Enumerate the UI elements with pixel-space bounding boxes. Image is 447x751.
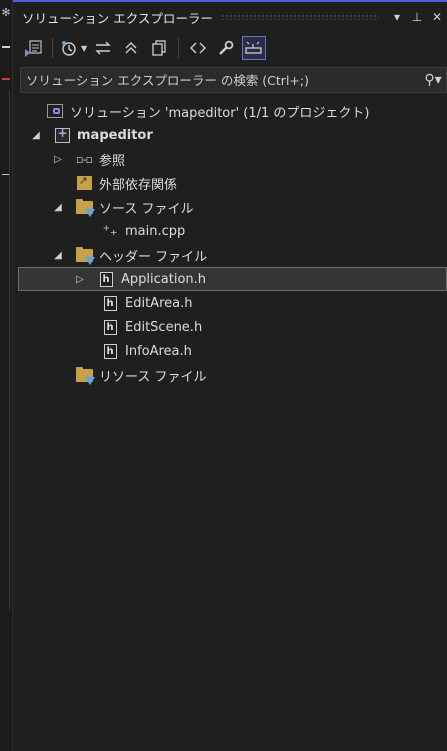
expander-collapsed-icon[interactable]: ▷	[73, 274, 87, 285]
tree-item-editscene-h[interactable]: h EditScene.h	[13, 315, 447, 339]
header-file-icon: h	[97, 271, 115, 287]
tree-item-resource-files[interactable]: リソース ファイル	[13, 363, 447, 387]
chevron-down-icon[interactable]: ▼	[81, 44, 87, 53]
header-file-icon: h	[101, 295, 119, 311]
tree-item-label: main.cpp	[125, 223, 186, 239]
expander-expanded-icon[interactable]: ◢	[29, 130, 43, 141]
tree-item-label: 参照	[99, 153, 126, 169]
edge-divider	[9, 90, 10, 610]
expander-expanded-icon[interactable]: ◢	[51, 202, 65, 213]
external-deps-icon	[75, 174, 93, 191]
filter-folder-icon	[75, 198, 95, 217]
solution-icon	[46, 103, 64, 119]
tree-item-external-deps[interactable]: 外部依存関係	[13, 171, 447, 195]
drag-grip[interactable]	[220, 14, 379, 20]
pin-icon[interactable]: ⊥	[407, 10, 427, 24]
tree-item-label: ヘッダー ファイル	[99, 249, 208, 265]
solution-sync-icon[interactable]	[21, 36, 45, 60]
project-icon	[53, 126, 71, 143]
left-edge-strip: ✻	[0, 0, 13, 751]
preview-icon[interactable]	[242, 36, 267, 60]
tree-item-label: リソース ファイル	[99, 369, 207, 385]
tree-item-project[interactable]: ◢ mapeditor	[13, 123, 447, 147]
tree-item-label: InfoArea.h	[125, 343, 192, 359]
header-file-icon: h	[101, 319, 119, 335]
close-icon[interactable]: ✕	[427, 10, 447, 24]
toolbar-separator	[52, 38, 53, 58]
expander-collapsed-icon[interactable]: ▷	[51, 154, 65, 165]
tree-item-label: mapeditor	[77, 127, 153, 143]
gear-icon[interactable]: ✻	[0, 6, 12, 19]
tree-item-label: ソリューション 'mapeditor' (1/1 のプロジェクト)	[70, 105, 370, 121]
search-icon[interactable]: ⚲▾	[420, 72, 446, 88]
solution-tree: ソリューション 'mapeditor' (1/1 のプロジェクト) ◢ mape…	[13, 99, 447, 387]
edge-marker	[2, 46, 10, 48]
tree-item-label: EditScene.h	[125, 319, 203, 335]
references-icon: ▫-▫	[76, 152, 93, 166]
dropdown-icon[interactable]: ▾	[387, 10, 407, 24]
expander-expanded-icon[interactable]: ◢	[51, 250, 65, 261]
tree-item-label: 外部依存関係	[99, 177, 178, 193]
tree-item-source-files[interactable]: ◢ ソース ファイル	[13, 195, 447, 219]
collapse-all-icon[interactable]	[119, 36, 143, 60]
panel-toolbar: ▼	[13, 32, 447, 64]
header-file-icon: h	[101, 343, 119, 359]
tree-item-editarea-h[interactable]: h EditArea.h	[13, 291, 447, 315]
filter-folder-icon	[75, 366, 95, 385]
tree-item-infoarea-h[interactable]: h InfoArea.h	[13, 339, 447, 363]
edge-marker-red	[2, 78, 10, 80]
panel-title: ソリューション エクスプローラー	[22, 10, 213, 26]
history-icon[interactable]: ▼	[60, 36, 87, 60]
tree-item-solution[interactable]: ソリューション 'mapeditor' (1/1 のプロジェクト)	[13, 99, 447, 123]
panel-titlebar: ソリューション エクスプローラー ▾ ⊥ ✕	[13, 0, 447, 32]
tree-item-references[interactable]: ▷ ▫-▫ 参照	[13, 147, 447, 171]
tree-item-label: ソース ファイル	[99, 201, 194, 217]
tree-item-main-cpp[interactable]: ⁺₊ main.cpp	[13, 219, 447, 243]
code-view-icon[interactable]	[186, 36, 210, 60]
tree-item-label: Application.h	[121, 271, 207, 287]
toolbar-separator	[178, 38, 180, 58]
cpp-file-icon: ⁺₊	[102, 223, 118, 239]
tree-item-header-files[interactable]: ◢ ヘッダー ファイル	[13, 243, 447, 267]
filter-folder-icon	[75, 246, 95, 265]
search-input[interactable]	[21, 71, 420, 89]
search-box: ⚲▾	[20, 67, 447, 93]
wrench-icon[interactable]	[214, 36, 238, 60]
copy-icon[interactable]	[147, 36, 171, 60]
tree-item-application-h[interactable]: ▷ h Application.h	[18, 267, 447, 291]
tree-item-label: EditArea.h	[125, 295, 193, 311]
sync-arrows-icon[interactable]	[91, 36, 115, 60]
solution-explorer-panel: ソリューション エクスプローラー ▾ ⊥ ✕ ▼ ソリューション エクスプローラ…	[13, 0, 447, 751]
